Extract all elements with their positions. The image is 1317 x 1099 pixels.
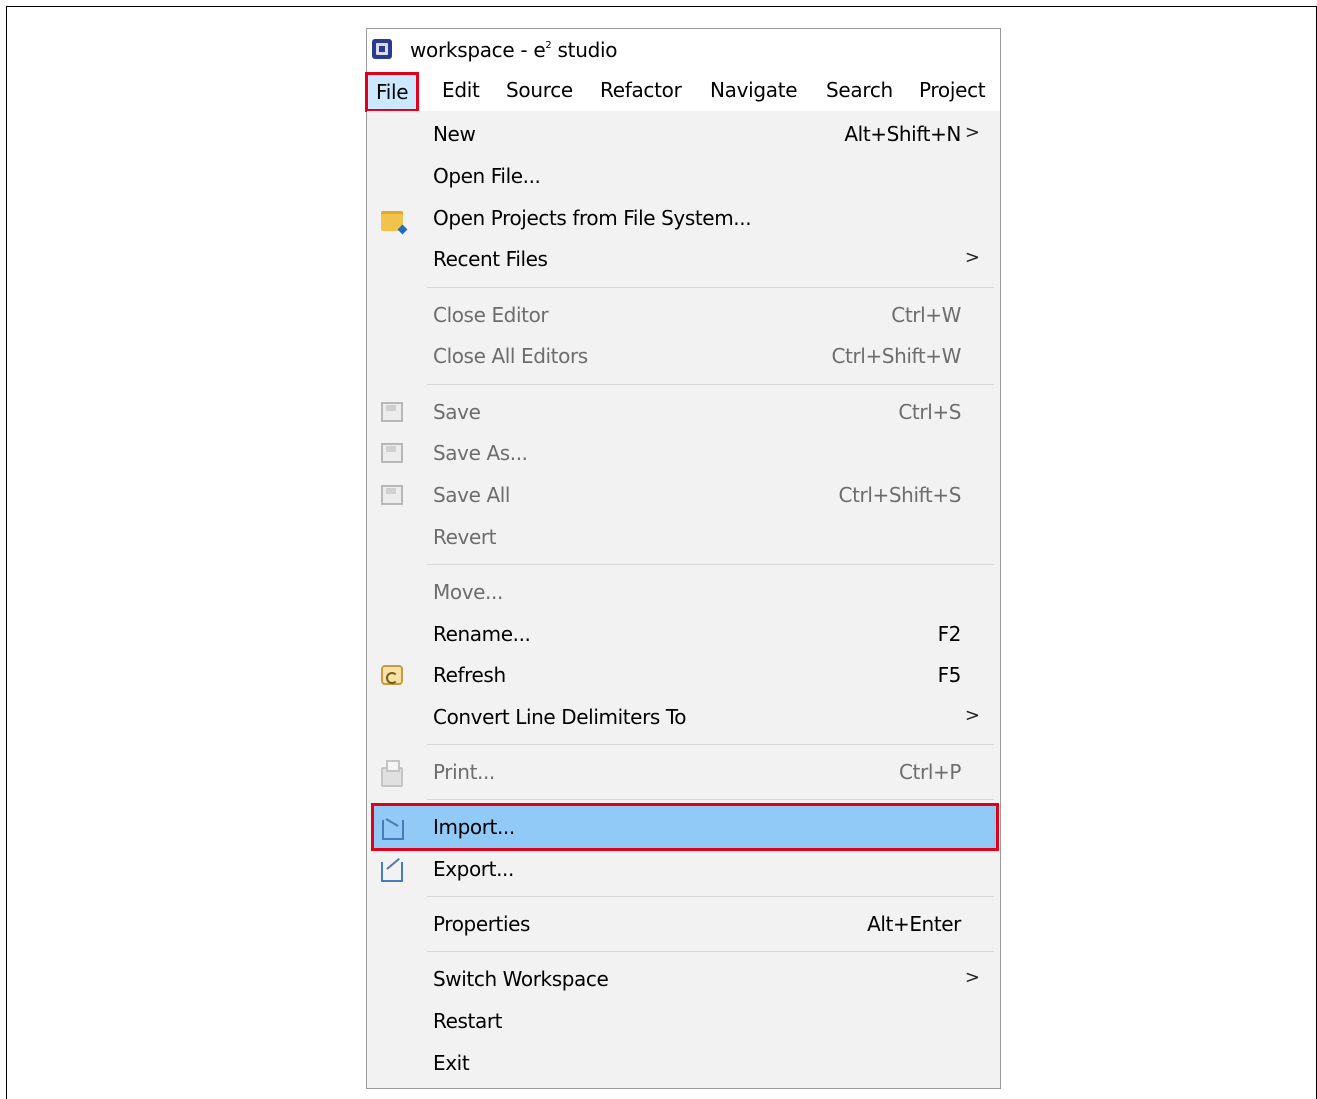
menu-item-shortcut: Ctrl+P [898,760,961,784]
menu-item-shortcut: Ctrl+W [891,303,961,327]
title-bar: workspace - e2 studio [367,29,1000,71]
menu-item-open-projects[interactable]: Open Projects from File System... [373,197,996,239]
menu-separator [427,564,994,565]
chevron-right-icon: > [964,967,980,988]
menu-item-shortcut: Alt+Shift+N [844,122,961,146]
menu-search[interactable]: Search [826,78,893,102]
menu-item-export[interactable]: Export... [373,848,996,890]
save-as-icon [381,443,403,463]
menu-separator [427,287,994,288]
menu-item-label: Convert Line Delimiters To [433,705,687,729]
menu-item-close-all-editors[interactable]: Close All Editors Ctrl+Shift+W [373,335,996,377]
menu-item-recent-files[interactable]: Recent Files > [373,238,996,280]
e2-studio-app-icon [372,39,392,59]
menu-item-label: Switch Workspace [433,967,609,991]
menu-item-label: New [433,122,476,146]
menu-bar: File Edit Source Refactor Navigate Searc… [364,72,1000,112]
menu-item-move[interactable]: Move... [373,571,996,613]
menu-item-label: Rename... [433,622,531,646]
menu-item-open-file[interactable]: Open File... [373,155,996,197]
chevron-right-icon: > [964,122,980,143]
menu-item-save-as[interactable]: Save As... [373,432,996,474]
menu-item-shortcut: Alt+Enter [867,912,961,936]
menu-item-label: Move... [433,580,503,604]
menu-item-label: Open Projects from File System... [433,206,752,230]
menu-item-switch-workspace[interactable]: Switch Workspace > [373,958,996,1000]
menu-item-label: Open File... [433,164,541,188]
menu-item-label: Import... [433,815,515,839]
menu-item-save[interactable]: Save Ctrl+S [373,391,996,433]
menu-item-label: Properties [433,912,531,936]
menu-item-label: Close Editor [433,303,549,327]
menu-item-revert[interactable]: Revert [373,516,996,558]
menu-item-shortcut: Ctrl+Shift+S [838,483,962,507]
menu-edit[interactable]: Edit [442,78,480,102]
menu-item-label: Close All Editors [433,344,588,368]
menu-item-save-all[interactable]: Save All Ctrl+Shift+S [373,474,996,516]
menu-item-label: Save As... [433,441,528,465]
menu-item-label: Exit [433,1051,470,1075]
menu-navigate[interactable]: Navigate [710,78,798,102]
menu-item-shortcut: F5 [937,663,962,687]
folder-icon [381,211,403,231]
menu-item-restart[interactable]: Restart [373,1000,996,1042]
chevron-right-icon: > [964,247,980,268]
menu-item-print[interactable]: Print... Ctrl+P [373,751,996,793]
menu-separator [427,951,994,952]
menu-refactor[interactable]: Refactor [600,78,682,102]
refresh-icon [381,665,403,685]
menu-item-label: Print... [433,760,495,784]
menu-item-label: Save [433,400,481,424]
menu-item-import[interactable]: Import... [371,803,999,851]
menu-item-properties[interactable]: Properties Alt+Enter [373,903,996,945]
chevron-right-icon: > [964,705,980,726]
menu-item-label: Restart [433,1009,503,1033]
menu-item-label: Refresh [433,663,506,687]
app-window: workspace - e2 studio File Edit Source R… [364,28,1001,1089]
menu-project[interactable]: Project [919,78,986,102]
menu-item-convert-line-delimiters[interactable]: Convert Line Delimiters To > [373,696,996,738]
menu-item-label: Recent Files [433,247,548,271]
save-all-icon [381,485,403,505]
printer-icon [381,760,403,787]
menu-item-shortcut: Ctrl+Shift+W [831,344,961,368]
menu-source[interactable]: Source [506,78,573,102]
menu-item-shortcut: Ctrl+S [898,400,961,424]
menu-item-label: Revert [433,525,497,549]
import-icon [382,820,404,840]
menu-separator [427,799,994,800]
menu-item-shortcut: F2 [937,622,962,646]
menu-item-label: Save All [433,483,511,507]
menu-item-close-editor[interactable]: Close Editor Ctrl+W [373,294,996,336]
menu-separator [427,896,994,897]
menu-item-rename[interactable]: Rename... F2 [373,613,996,655]
file-menu-dropdown: New Alt+Shift+N > Open File... Open Proj… [367,111,1000,1088]
export-icon [381,862,403,882]
menu-item-label: Export... [433,857,514,881]
menu-file[interactable]: File [364,72,420,112]
menu-separator [427,384,994,385]
window-title: workspace - e2 studio [410,38,618,62]
menu-item-refresh[interactable]: Refresh F5 [373,654,996,696]
menu-item-exit[interactable]: Exit [373,1042,996,1084]
menu-item-new[interactable]: New Alt+Shift+N > [373,113,996,155]
save-icon [381,402,403,422]
menu-separator [427,744,994,745]
